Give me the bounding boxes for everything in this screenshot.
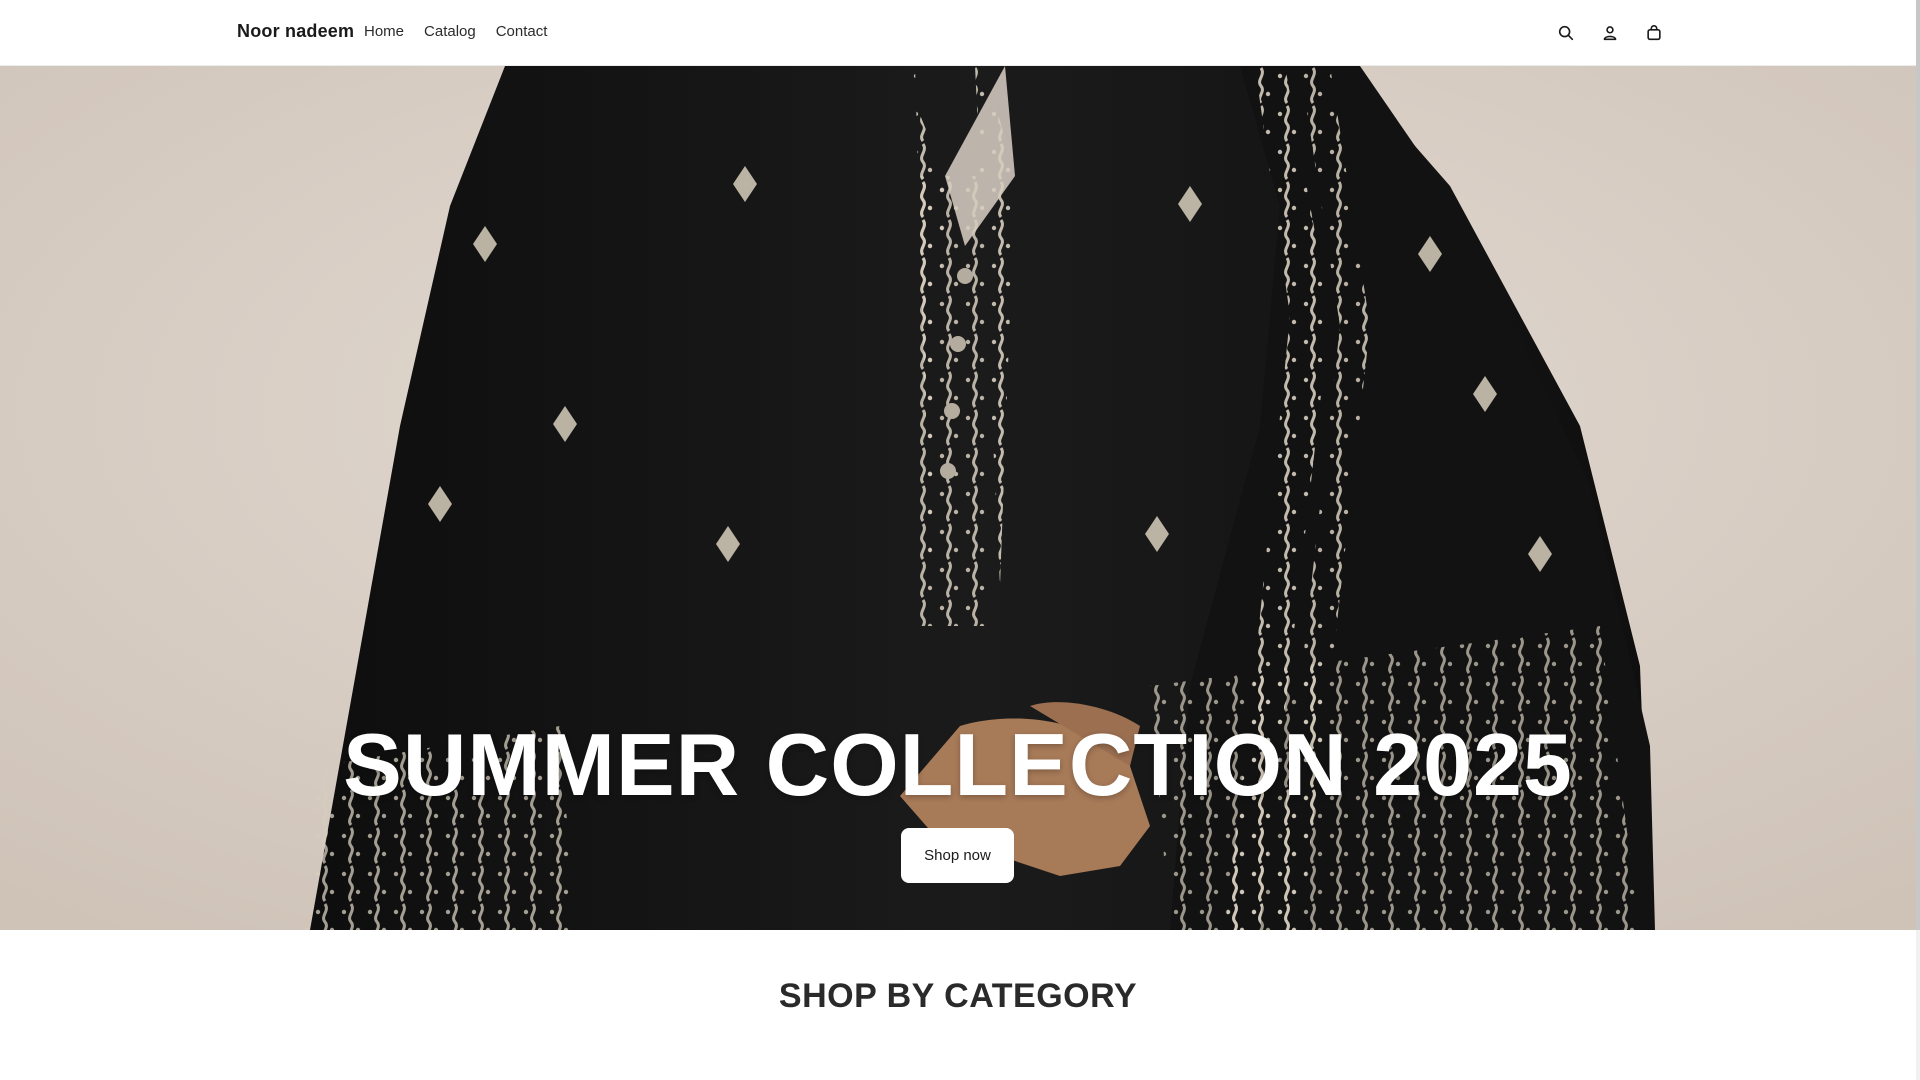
nav-contact[interactable]: Contact [496,23,548,40]
nav-catalog[interactable]: Catalog [424,23,476,40]
page-scrollbar[interactable] [1916,0,1920,1080]
hero-title: SUMMER COLLECTION 2025 [343,715,1573,814]
search-icon[interactable] [1554,21,1578,45]
site-header: Noor nadeem Home Catalog Contact [0,0,1916,66]
header-icons [1554,21,1666,45]
account-icon[interactable] [1598,21,1622,45]
hero-banner: SUMMER COLLECTION 2025 Shop now [0,66,1916,930]
shop-now-button[interactable]: Shop now [901,828,1014,883]
shop-by-category-title: SHOP BY CATEGORY [778,977,1138,1015]
main-nav: Home Catalog Contact [364,23,547,40]
nav-home[interactable]: Home [364,23,404,40]
scrollbar-thumb[interactable] [1916,0,1920,930]
cart-icon[interactable] [1642,21,1666,45]
brand-logo[interactable]: Noor nadeem [237,21,354,42]
